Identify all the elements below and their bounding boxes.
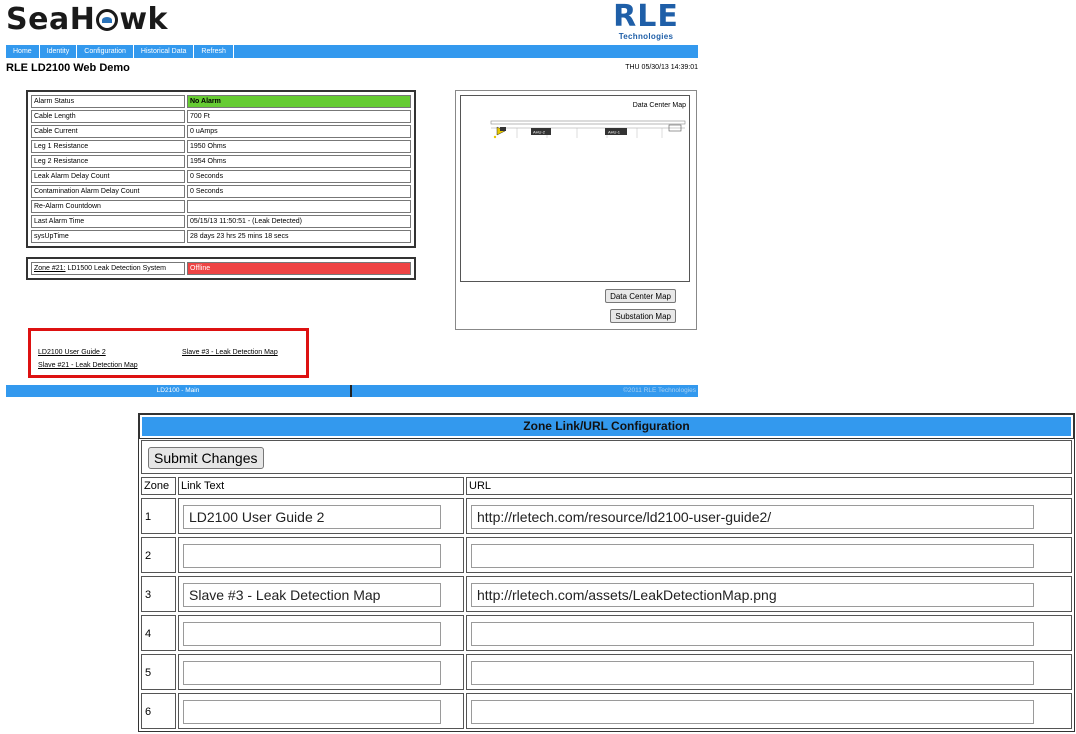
footer-bar: LD2100 - Main ©2011 RLE Technologies bbox=[6, 385, 698, 397]
status-value: 0 Seconds bbox=[187, 170, 411, 183]
status-value: 28 days 23 hrs 25 mins 18 secs bbox=[187, 230, 411, 243]
status-value: 1950 Ohms bbox=[187, 140, 411, 153]
config-title: Zone Link/URL Configuration bbox=[139, 414, 1074, 439]
status-row: Leg 2 Resistance 1954 Ohms bbox=[31, 155, 411, 168]
link-text-input[interactable] bbox=[183, 544, 441, 568]
table-row: 6 bbox=[140, 692, 1073, 730]
zone-number: 4 bbox=[145, 628, 152, 640]
ahu-2-label: AHU-2 bbox=[533, 130, 546, 135]
zone-link-config-table: Zone Link/URL Configuration Submit Chang… bbox=[138, 413, 1075, 732]
table-row: 1 bbox=[140, 497, 1073, 535]
status-value bbox=[187, 200, 411, 213]
status-label: Leak Alarm Delay Count bbox=[31, 170, 185, 183]
submit-changes-button[interactable]: Submit Changes bbox=[148, 447, 264, 469]
link-ld2100-user-guide[interactable]: LD2100 User Guide 2 bbox=[38, 349, 106, 356]
footer-copyright: ©2011 RLE Technologies bbox=[623, 387, 696, 394]
table-row: 2 bbox=[140, 536, 1073, 574]
map-viewport: Data Center Map AHU-2 AHU-1 bbox=[460, 95, 690, 282]
status-label: Alarm Status bbox=[31, 95, 185, 108]
nav-refresh[interactable]: Refresh bbox=[194, 45, 234, 58]
zone-number: 2 bbox=[145, 550, 152, 562]
status-row: Cable Current 0 uAmps bbox=[31, 125, 411, 138]
hawk-icon bbox=[96, 9, 119, 31]
status-row: Last Alarm Time 05/15/13 11:50:51 - (Leak… bbox=[31, 215, 411, 228]
status-label: Leg 1 Resistance bbox=[31, 140, 185, 153]
status-value: 0 uAmps bbox=[187, 125, 411, 138]
status-label: Leg 2 Resistance bbox=[31, 155, 185, 168]
zone-number: 1 bbox=[145, 511, 152, 523]
rle-logo: RLE Technologies bbox=[613, 0, 679, 42]
url-input[interactable] bbox=[471, 583, 1034, 607]
map-title: Data Center Map bbox=[632, 102, 686, 109]
url-input[interactable] bbox=[471, 544, 1034, 568]
status-label: Contamination Alarm Delay Count bbox=[31, 185, 185, 198]
status-label: Cable Length bbox=[31, 110, 185, 123]
data-center-map-button[interactable]: Data Center Map bbox=[605, 289, 676, 303]
status-row: Leak Alarm Delay Count 0 Seconds bbox=[31, 170, 411, 183]
status-row: Contamination Alarm Delay Count 0 Seconds bbox=[31, 185, 411, 198]
url-input[interactable] bbox=[471, 622, 1034, 646]
nav-historical-data[interactable]: Historical Data bbox=[134, 45, 195, 58]
status-row: Alarm Status No Alarm bbox=[31, 95, 411, 108]
header-zone: Zone bbox=[141, 477, 176, 495]
nav-configuration[interactable]: Configuration bbox=[77, 45, 134, 58]
zone-number: 6 bbox=[145, 706, 152, 718]
zone-number: 3 bbox=[145, 589, 152, 601]
status-label: Re-Alarm Countdown bbox=[31, 200, 185, 213]
url-input[interactable] bbox=[471, 700, 1034, 724]
seahawk-logo: SeaH wk bbox=[6, 2, 168, 37]
status-row: Cable Length 700 Ft bbox=[31, 110, 411, 123]
status-label: Cable Current bbox=[31, 125, 185, 138]
map-panel: Data Center Map AHU-2 AHU-1 Data Center … bbox=[455, 90, 697, 330]
link-text-input[interactable] bbox=[183, 622, 441, 646]
zone-offline-value: Offline bbox=[187, 262, 411, 275]
url-input[interactable] bbox=[471, 661, 1034, 685]
status-value: 700 Ft bbox=[187, 110, 411, 123]
status-label: sysUpTime bbox=[31, 230, 185, 243]
table-row: 4 bbox=[140, 614, 1073, 652]
zone-system-label: LD1500 Leak Detection System bbox=[65, 265, 166, 272]
link-slave-3-map[interactable]: Slave #3 - Leak Detection Map bbox=[182, 349, 278, 356]
status-value: 05/15/13 11:50:51 - (Leak Detected) bbox=[187, 215, 411, 228]
zone-21-link[interactable]: Zone #21: bbox=[34, 265, 66, 272]
zone-status-label: Zone #21: LD1500 Leak Detection System bbox=[31, 262, 185, 275]
zone-status-row: Zone #21: LD1500 Leak Detection System O… bbox=[31, 262, 411, 275]
header-url: URL bbox=[466, 477, 1072, 495]
footer-page-name: LD2100 - Main bbox=[6, 385, 352, 397]
link-slave-21-map[interactable]: Slave #21 - Leak Detection Map bbox=[38, 362, 138, 369]
header-link-text: Link Text bbox=[178, 477, 464, 495]
table-row: 3 bbox=[140, 575, 1073, 613]
status-label: Last Alarm Time bbox=[31, 215, 185, 228]
nav-home[interactable]: Home bbox=[6, 45, 40, 58]
table-row: 5 bbox=[140, 653, 1073, 691]
status-table: Alarm Status No Alarm Cable Length 700 Ft … bbox=[26, 90, 416, 248]
nav-identity[interactable]: Identity bbox=[40, 45, 78, 58]
ahu-1-label: AHU-1 bbox=[608, 130, 621, 135]
status-value: 0 Seconds bbox=[187, 185, 411, 198]
datetime: THU 05/30/13 14:39:01 bbox=[625, 64, 698, 71]
substation-map-button[interactable]: Substation Map bbox=[610, 309, 676, 323]
nav-bar: Home Identity Configuration Historical D… bbox=[6, 45, 698, 58]
link-text-input[interactable] bbox=[183, 661, 441, 685]
zone-number: 5 bbox=[145, 667, 152, 679]
floor-plan-image[interactable]: AHU-2 AHU-1 bbox=[487, 114, 689, 144]
submit-cell: Submit Changes bbox=[141, 440, 1072, 474]
status-row: Re-Alarm Countdown bbox=[31, 200, 411, 213]
url-input[interactable] bbox=[471, 505, 1034, 529]
link-text-input[interactable] bbox=[183, 583, 441, 607]
link-text-input[interactable] bbox=[183, 700, 441, 724]
status-row: Leg 1 Resistance 1950 Ohms bbox=[31, 140, 411, 153]
zone-status-table: Zone #21: LD1500 Leak Detection System O… bbox=[26, 257, 416, 280]
alarm-status-value: No Alarm bbox=[187, 95, 411, 108]
page-title: RLE LD2100 Web Demo bbox=[6, 62, 130, 74]
status-value: 1954 Ohms bbox=[187, 155, 411, 168]
status-row: sysUpTime 28 days 23 hrs 25 mins 18 secs bbox=[31, 230, 411, 243]
link-text-input[interactable] bbox=[183, 505, 441, 529]
